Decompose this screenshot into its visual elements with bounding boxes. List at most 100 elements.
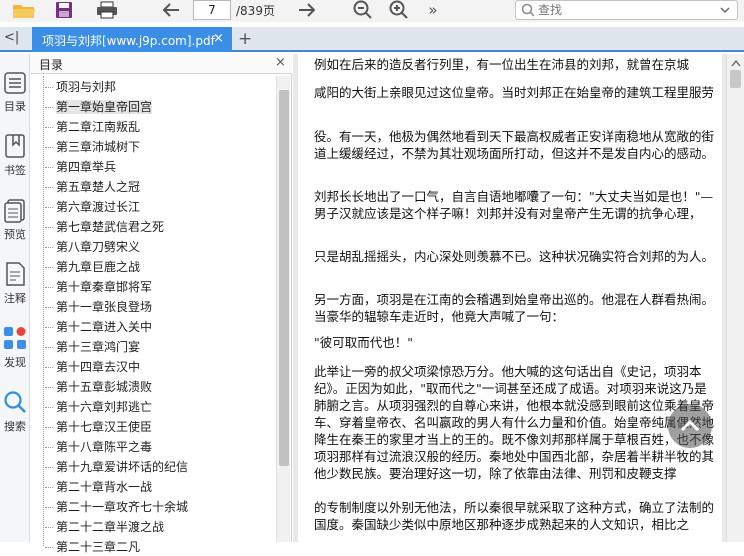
save-icon[interactable] bbox=[54, 0, 74, 20]
outline-item[interactable]: 第二十三章二凡 bbox=[45, 538, 140, 556]
outline-branch-line bbox=[45, 167, 53, 168]
outline-item[interactable]: 项羽与刘邦 bbox=[45, 78, 116, 96]
back-to-top-button[interactable] bbox=[668, 404, 712, 448]
outline-branch-line bbox=[45, 467, 53, 468]
outline-item-label: 第十章秦章邯将军 bbox=[56, 280, 153, 294]
outline-tree-line bbox=[43, 76, 44, 546]
outline-item-label: 第十一章张良登场 bbox=[56, 300, 153, 314]
search-input[interactable] bbox=[538, 2, 718, 18]
rail-item-discover[interactable] bbox=[0, 326, 30, 353]
outline-item[interactable]: 第九章巨鹿之战 bbox=[45, 258, 140, 276]
outline-item[interactable]: 第十章秦章邯将军 bbox=[45, 278, 152, 296]
document-scroll-thumb[interactable] bbox=[730, 70, 741, 88]
outline-item[interactable]: 第十二章进入关中 bbox=[45, 318, 152, 336]
outline-branch-line bbox=[45, 487, 53, 488]
outline-item[interactable]: 第四章举兵 bbox=[45, 158, 116, 176]
rail-label-bookmarks: 书签 bbox=[4, 164, 26, 177]
search-icon bbox=[521, 3, 535, 20]
next-page-icon[interactable] bbox=[296, 0, 318, 20]
outline-branch-line bbox=[45, 247, 53, 248]
outline-item[interactable]: 第一章始皇帝回宫 bbox=[45, 98, 153, 116]
document-scrollbar[interactable] bbox=[726, 54, 744, 542]
outline-item-label: 第五章楚人之冠 bbox=[56, 180, 141, 194]
outline-item-label: 第十四章去汉中 bbox=[56, 360, 141, 374]
paragraph: 另一方面，项羽是在江南的会稽遇到始皇帝出巡的。他混在人群看热闹。当豪华的辒辌车走… bbox=[314, 292, 715, 324]
toolbar: /839页 » bbox=[0, 0, 744, 22]
outline-item[interactable]: 第十七章汉王使臣 bbox=[45, 418, 152, 436]
outline-branch-line bbox=[45, 447, 53, 448]
scroll-up-icon[interactable] bbox=[731, 56, 741, 70]
outline-item[interactable]: 第五章楚人之冠 bbox=[45, 178, 140, 196]
rail-item-preview[interactable] bbox=[0, 199, 30, 226]
outline-item[interactable]: 第二十章背水一战 bbox=[45, 478, 152, 496]
outline-item-label: 第十三章鸿门宴 bbox=[56, 340, 141, 354]
outline-scrollbar[interactable] bbox=[276, 76, 290, 542]
outline-item-label: 第二十一章攻齐七十余城 bbox=[56, 500, 189, 514]
rail-label-discover: 发现 bbox=[4, 356, 26, 369]
outline-item-label: 第十六章刘邦逃亡 bbox=[56, 400, 153, 414]
outline-branch-line bbox=[45, 527, 53, 528]
outline-branch-line bbox=[45, 147, 53, 148]
rail-item-annotations[interactable] bbox=[0, 262, 30, 289]
page-number-input[interactable] bbox=[193, 0, 231, 20]
rail-label-outline: 目录 bbox=[4, 100, 26, 113]
outline-item[interactable]: 第二章江南叛乱 bbox=[45, 118, 140, 136]
outline-item[interactable]: 第二十二章半渡之战 bbox=[45, 518, 164, 536]
print-icon[interactable] bbox=[95, 0, 119, 20]
open-folder-icon[interactable] bbox=[12, 0, 36, 20]
search-box[interactable] bbox=[515, 0, 738, 20]
preview-icon bbox=[4, 199, 26, 226]
rail-item-outline[interactable] bbox=[0, 72, 30, 97]
outline-item[interactable]: 第十一章张良登场 bbox=[45, 298, 152, 316]
document-tab-title: 项羽与刘邦[www.j9p.com].pdf bbox=[42, 34, 215, 48]
annotation-icon bbox=[4, 262, 26, 289]
outline-item[interactable]: 第十八章陈平之毒 bbox=[45, 438, 152, 456]
discover-apps-icon bbox=[3, 327, 27, 353]
outline-item-label: 第二章江南叛乱 bbox=[56, 120, 141, 134]
outline-item[interactable]: 第十五章彭城溃败 bbox=[45, 378, 152, 396]
zoom-in-icon[interactable] bbox=[388, 0, 410, 20]
outline-item-label: 项羽与刘邦 bbox=[56, 80, 117, 94]
outline-item[interactable]: 第六章渡过长江 bbox=[45, 198, 140, 216]
outline-branch-line bbox=[45, 187, 53, 188]
document-tab[interactable]: 项羽与刘邦[www.j9p.com].pdf bbox=[32, 27, 232, 52]
close-outline-icon[interactable]: × bbox=[275, 55, 286, 70]
outline-item[interactable]: 第十四章去汉中 bbox=[45, 358, 140, 376]
zoom-out-icon[interactable] bbox=[352, 0, 374, 20]
outline-item-label: 第九章巨鹿之战 bbox=[56, 260, 141, 274]
search-options-icon[interactable] bbox=[719, 4, 731, 19]
outline-item-label: 第一章始皇帝回宫 bbox=[56, 100, 153, 114]
more-tools-icon[interactable]: » bbox=[424, 0, 442, 20]
outline-item[interactable]: 第二十一章攻齐七十余城 bbox=[45, 498, 188, 516]
outline-branch-line bbox=[45, 387, 53, 388]
paragraph: 咸阳的大街上亲眼见过这位皇帝。当时刘邦正在始皇帝的建筑工程里服劳 bbox=[314, 85, 715, 100]
outline-branch-line bbox=[45, 407, 53, 408]
rail-item-bookmarks[interactable] bbox=[0, 134, 30, 161]
outline-item[interactable]: 第十六章刘邦逃亡 bbox=[45, 398, 152, 416]
paragraph: "彼可取而代也！" bbox=[314, 335, 413, 350]
side-rail: 目录 书签 预览 注释 发现 搜索 bbox=[0, 54, 30, 542]
close-tab-icon[interactable]: × bbox=[213, 31, 224, 46]
outline-item-label: 第六章渡过长江 bbox=[56, 200, 141, 214]
new-tab-icon[interactable]: + bbox=[238, 29, 252, 49]
outline-item[interactable]: 第七章楚武信君之死 bbox=[45, 218, 164, 236]
collapse-panel-button[interactable]: <| bbox=[4, 30, 22, 48]
outline-item[interactable]: 第三章沛城树下 bbox=[45, 138, 140, 156]
outline-item[interactable]: 第十九章爱讲坏话的纪信 bbox=[45, 458, 188, 476]
prev-page-icon[interactable] bbox=[160, 0, 182, 20]
paragraph: 刘邦长长地出了一口气，自言自语地嘟囔了一句："大丈夫当如是也！"—男子汉就应该是… bbox=[314, 189, 714, 221]
outline-scroll-thumb[interactable] bbox=[279, 90, 289, 466]
outline-item-label: 第七章楚武信君之死 bbox=[56, 220, 165, 234]
bookmark-icon bbox=[4, 134, 26, 161]
outline-branch-line bbox=[45, 127, 53, 128]
outline-item[interactable]: 第十三章鸿门宴 bbox=[45, 338, 140, 356]
paragraph: 此举让一旁的叔父项梁惊恐万分。他大喊的这句话出自《史记，项羽本纪》。正因为如此，… bbox=[314, 364, 715, 481]
rail-item-search[interactable] bbox=[0, 390, 30, 417]
outline-item-label: 第十七章汉王使臣 bbox=[56, 420, 153, 434]
chevron-up-icon bbox=[678, 414, 702, 441]
paragraph: 例如在后来的造反者行列里，有一位出生在沛县的刘邦，就曾在京城 bbox=[314, 57, 690, 72]
outline-item-label: 第二十二章半渡之战 bbox=[56, 520, 165, 534]
outline-branch-line bbox=[45, 547, 53, 548]
paragraph: 只是胡乱摇摇头，内心深处则羡慕不已。这种状况确实符合刘邦的为人。 bbox=[314, 249, 715, 264]
outline-item[interactable]: 第八章刀劈宋义 bbox=[45, 238, 140, 256]
